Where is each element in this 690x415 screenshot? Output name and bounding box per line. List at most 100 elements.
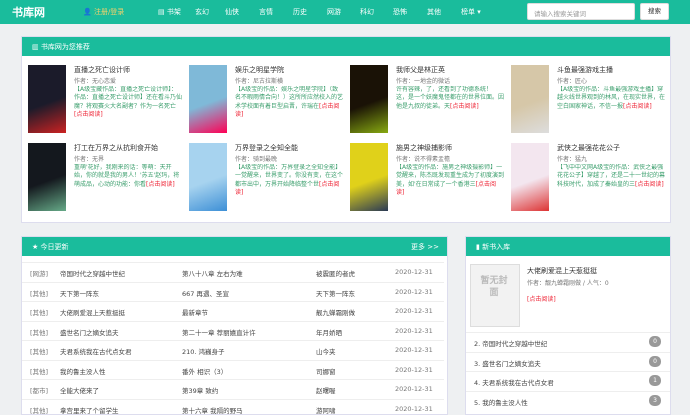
book-card[interactable]: 打工在万界之从抗利食开始 作者：无界 重萌'花好，我刚来的话：等萌：天开始，你的…: [28, 143, 183, 213]
book-cover[interactable]: [350, 143, 388, 211]
update-chapter[interactable]: 210. 鸿巍身子: [182, 346, 225, 356]
update-author: 年月娇晒: [316, 328, 342, 337]
book-description: 【飞中中文网A级宝的作品：武侠之最强花花公子】穿越了，还是二十一世纪的幕科技时代…: [557, 164, 665, 188]
update-author: 靓九蝉霜刚做: [316, 309, 355, 317]
update-category: [其他]: [30, 328, 49, 337]
newbook-title[interactable]: 3. 盛世名门之嫡女追夫: [474, 358, 541, 368]
featured-title[interactable]: 大佬刷爱混上天惹挺挺: [527, 266, 597, 276]
newbook-row[interactable]: 5. 我的鲁主没人性 3: [466, 390, 670, 409]
book-title[interactable]: 娱乐之明星学院: [235, 65, 284, 75]
more-link[interactable]: 更多 >>: [411, 242, 439, 252]
update-date: 2020-12-31: [395, 268, 433, 276]
book-title[interactable]: 万界登录之全知全能: [235, 143, 298, 153]
search-input[interactable]: 请输入搜索关键词: [527, 3, 635, 20]
book-description: 许有容辣，了，还看到了功德系统！ 这，是一个妖魔鬼怪都在的世界位面。因他是九叔的…: [396, 86, 504, 110]
update-category: [其他]: [30, 309, 49, 317]
search-button[interactable]: 搜索: [640, 3, 669, 20]
book-title[interactable]: 施男之神级捕影师: [396, 143, 452, 153]
nav-item-bookshelf[interactable]: ▤ 书架: [158, 7, 195, 17]
update-book-title[interactable]: 拿宫里来了个留学生: [60, 405, 119, 415]
book-author: 作者：匠心: [557, 78, 588, 85]
book-card[interactable]: 武侠之最强花花公子 作者：猛九 【飞中中文网A级宝的作品：武侠之最强花花公子】穿…: [511, 143, 666, 213]
user-icon: 👤: [83, 8, 92, 16]
nav-item-other[interactable]: 其他: [427, 7, 461, 17]
update-book-title[interactable]: 大佬刷爱混上天惹挺挺: [60, 307, 125, 317]
newbook-title[interactable]: 5. 我的鲁主没人性: [474, 397, 528, 407]
book-card[interactable]: 娱乐之明星学院 作者：尼古拉斯横 【A级宝的作品：娱乐之明星学院】（致名不暇雨情…: [189, 65, 344, 135]
updates-header: ★ 今日更新 更多 >>: [22, 237, 447, 256]
nav-item-scifi[interactable]: 科幻: [360, 7, 393, 17]
book-cover[interactable]: [350, 65, 388, 133]
update-row: [其他] 盛世名门之嫡女追夫 第二十一章 荐丽嬉直计许 年月娇晒 2020-12-31: [22, 320, 444, 339]
update-book-title[interactable]: 全能大佬来了: [60, 385, 99, 395]
book-card[interactable]: 我师父是林正英 作者：一地金的微话 许有容辣，了，还看到了功德系统！ 这，是一个…: [350, 65, 505, 135]
book-author: 作者：无心恋爱: [74, 78, 117, 85]
update-book-title[interactable]: 盛世名门之嫡女追夫: [60, 327, 119, 337]
newbook-title[interactable]: 2. 帝国时代之穿越中世纪: [474, 338, 547, 348]
update-book-title[interactable]: 天下第一阵东: [60, 288, 99, 298]
update-book-title[interactable]: 帝国时代之穿越中世纪: [60, 268, 125, 278]
featured-read-link[interactable]: [点击阅读]: [527, 294, 556, 303]
read-link[interactable]: [点击阅读]: [623, 103, 652, 110]
update-chapter[interactable]: 第十六章 我隔的野马: [182, 405, 243, 415]
update-book-title[interactable]: 夫君系统我在古代点女君: [60, 346, 132, 356]
update-chapter[interactable]: 番外 相识（3）: [182, 366, 227, 376]
nav-item-game[interactable]: 网游: [327, 7, 360, 17]
book-title[interactable]: 斗鱼最强游戏主播: [557, 65, 613, 75]
update-chapter[interactable]: 667 再遇、圣宣: [182, 288, 229, 298]
book-cover[interactable]: [189, 143, 227, 211]
book-title[interactable]: 武侠之最强花花公子: [557, 143, 620, 153]
book-author: 作者：尼古拉斯横: [235, 78, 284, 85]
read-link[interactable]: [点击阅读]: [450, 103, 479, 110]
book-card[interactable]: 斗鱼最强游戏主播 作者：匠心 【A级宝的作品：斗鱼最强游戏主播】穿越火线世界观到…: [511, 65, 666, 135]
update-row: [网游] 帝国时代之穿越中世纪 第八十八章 左右为难 被震匿的者虎 2020-12-31: [22, 262, 444, 280]
update-author: 被震匿的者虎: [316, 270, 355, 278]
book-cover[interactable]: [511, 65, 549, 133]
book-title[interactable]: 直播之死亡设计师: [74, 65, 130, 75]
login-link[interactable]: 👤 注册/登录: [83, 7, 124, 17]
update-row: [其他] 拿宫里来了个留学生 第十六章 我隔的野马 游阿啸 2020-12-31: [22, 398, 444, 415]
newbooks-panel: ▮ 新书入库 暂无封面 大佬刷爱混上天惹挺挺 作者：靓九蝉霜刚做 / 人气：0 …: [465, 236, 671, 415]
nav-item-romance[interactable]: 言情: [259, 7, 293, 17]
featured-cover[interactable]: 暂无封面: [470, 264, 520, 327]
update-category: [都市]: [30, 387, 49, 395]
update-chapter[interactable]: 最新章节: [182, 307, 208, 317]
main-nav: ▤ 书架 玄幻 仙侠 言情 历史 网游 科幻 恐怖 其他 榜单 ▾: [158, 7, 495, 17]
update-chapter[interactable]: 第39章 致约: [182, 385, 218, 395]
read-link[interactable]: [点击阅读]: [146, 181, 175, 188]
update-author: 司娜窗: [316, 367, 336, 376]
book-title[interactable]: 我师父是林正英: [396, 65, 445, 75]
update-chapter[interactable]: 第二十一章 荐丽嬉直计许: [182, 327, 256, 337]
update-row: [其他] 大佬刷爱混上天惹挺挺 最新章节 靓九蝉霜刚做 2020-12-31: [22, 301, 444, 319]
book-card[interactable]: 直播之死亡设计师 作者：无心恋爱 【A级宝藏作品：直播之死亡设计师】：作品：直播…: [28, 65, 183, 135]
nav-item-history[interactable]: 历史: [293, 7, 327, 17]
nav-item-horror[interactable]: 恐怖: [393, 7, 427, 17]
read-link[interactable]: [点击阅读]: [635, 181, 664, 188]
book-description: 【A级宝藏作品：直播之死亡设计师】：作品：直播之死亡设计师】还在看斗乃仙魔？将观…: [74, 86, 182, 118]
read-link[interactable]: [点击阅读]: [74, 111, 103, 118]
newbook-row[interactable]: 3. 盛世名门之嫡女追夫 0: [466, 351, 670, 370]
update-category: [其他]: [30, 348, 49, 356]
book-cover[interactable]: [511, 143, 549, 211]
newbook-row[interactable]: 4. 夫君系统我在古代点女君 1: [466, 371, 670, 389]
nav-item-rankings[interactable]: 榜单 ▾: [461, 7, 495, 17]
newbook-title[interactable]: 4. 夫君系统我在古代点女君: [474, 377, 554, 387]
book-cover[interactable]: [189, 65, 227, 133]
book-cover[interactable]: [28, 65, 66, 133]
book-card[interactable]: 施男之神级捕影师 作者：说不得素盂檐 【A级宝的作品：施男之神级摄影师】一觉醒来…: [350, 143, 505, 213]
update-date: 2020-12-31: [395, 287, 433, 296]
top-nav-bar: 书库网 👤 注册/登录 ▤ 书架 玄幻 仙侠 言情 历史 网游 科幻 恐怖 其他…: [0, 0, 690, 24]
book-title[interactable]: 打工在万界之从抗利食开始: [74, 143, 158, 153]
count-badge: 1: [649, 375, 661, 386]
update-book-title[interactable]: 我的鲁主没人性: [60, 366, 106, 376]
book-description: 【A级宝的作品：施男之神级摄影师】一觉醒来，陈杰既发现重生成为了初度演到美，如'…: [396, 164, 504, 196]
newbook-row[interactable]: 2. 帝国时代之穿越中世纪 0: [466, 332, 670, 350]
update-author: 游阿啸: [316, 406, 336, 415]
site-logo[interactable]: 书库网: [12, 4, 45, 20]
nav-item-xianxia[interactable]: 仙侠: [225, 7, 259, 17]
book-author: 作者：骑到最晚: [235, 156, 278, 163]
nav-item-xuanhuan[interactable]: 玄幻: [195, 7, 225, 17]
update-chapter[interactable]: 第八十八章 左右为难: [182, 268, 243, 278]
book-cover[interactable]: [28, 143, 66, 211]
book-card[interactable]: 万界登录之全知全能 作者：骑到最晚 【A级宝的作品：万界登录之全知全能】一觉醒来…: [189, 143, 344, 213]
